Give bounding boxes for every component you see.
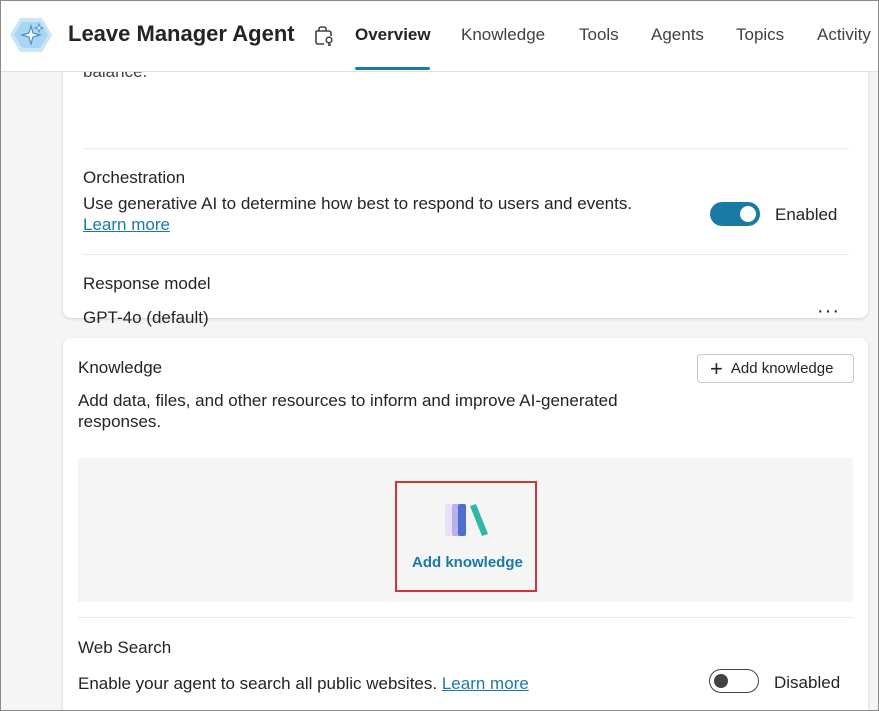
orchestration-description-text: Use generative AI to determine how best …: [83, 194, 633, 213]
web-search-title: Web Search: [78, 638, 172, 657]
web-search-learn-more-link[interactable]: Learn more: [442, 674, 529, 693]
orchestration-toggle-label: Enabled: [775, 205, 838, 224]
web-search-toggle[interactable]: [709, 669, 759, 693]
copilot-agent-logo-icon: [9, 15, 53, 55]
plus-icon: +: [710, 355, 723, 381]
web-search-toggle-label: Disabled: [774, 673, 841, 692]
divider: [83, 148, 849, 149]
response-model-title: Response model: [83, 274, 211, 293]
add-knowledge-button[interactable]: + Add knowledge: [697, 354, 854, 383]
knowledge-empty-state: Add knowledge: [78, 458, 853, 602]
tab-tools[interactable]: Tools: [579, 25, 619, 45]
web-search-description-text: Enable your agent to search all public w…: [78, 674, 438, 693]
toggle-knob: [714, 674, 728, 688]
knowledge-card: Knowledge + Add knowledge Add data, file…: [63, 338, 868, 710]
knowledge-title: Knowledge: [78, 358, 163, 377]
knowledge-description: Add data, files, and other resources to …: [78, 390, 778, 432]
knowledge-description-line2: responses.: [78, 412, 162, 431]
response-model-more-button[interactable]: ···: [817, 300, 840, 323]
main-content[interactable]: balance. Orchestration Use generative AI…: [1, 72, 878, 710]
tab-overview[interactable]: Overview: [355, 25, 431, 45]
tab-agents[interactable]: Agents: [651, 25, 704, 45]
orchestration-learn-more-link[interactable]: Learn more: [83, 215, 170, 234]
knowledge-description-line1: Add data, files, and other resources to …: [78, 391, 618, 410]
toggle-knob: [740, 206, 756, 222]
clipped-description-text: balance.: [83, 72, 147, 82]
tab-knowledge[interactable]: Knowledge: [461, 25, 545, 45]
orchestration-description: Use generative AI to determine how best …: [83, 193, 683, 235]
tab-topics[interactable]: Topics: [736, 25, 784, 45]
add-knowledge-link[interactable]: Add knowledge: [412, 554, 523, 571]
orchestration-toggle[interactable]: [710, 202, 760, 226]
agent-settings-icon[interactable]: [311, 24, 335, 48]
web-search-description: Enable your agent to search all public w…: [78, 673, 529, 694]
response-model-value: GPT-4o (default): [83, 308, 209, 327]
divider: [78, 617, 853, 618]
settings-card: balance. Orchestration Use generative AI…: [63, 72, 868, 327]
tab-activity[interactable]: Activity: [817, 25, 871, 45]
orchestration-title: Orchestration: [83, 168, 186, 187]
agent-name-title: Leave Manager Agent: [68, 21, 295, 46]
add-knowledge-button-label: Add knowledge: [730, 360, 834, 377]
header-bar: Leave Manager Agent Overview Knowledge T…: [1, 1, 878, 72]
divider: [83, 254, 849, 255]
app-window: Leave Manager Agent Overview Knowledge T…: [0, 0, 879, 711]
active-tab-indicator: [355, 67, 430, 70]
books-icon[interactable]: [443, 502, 495, 538]
